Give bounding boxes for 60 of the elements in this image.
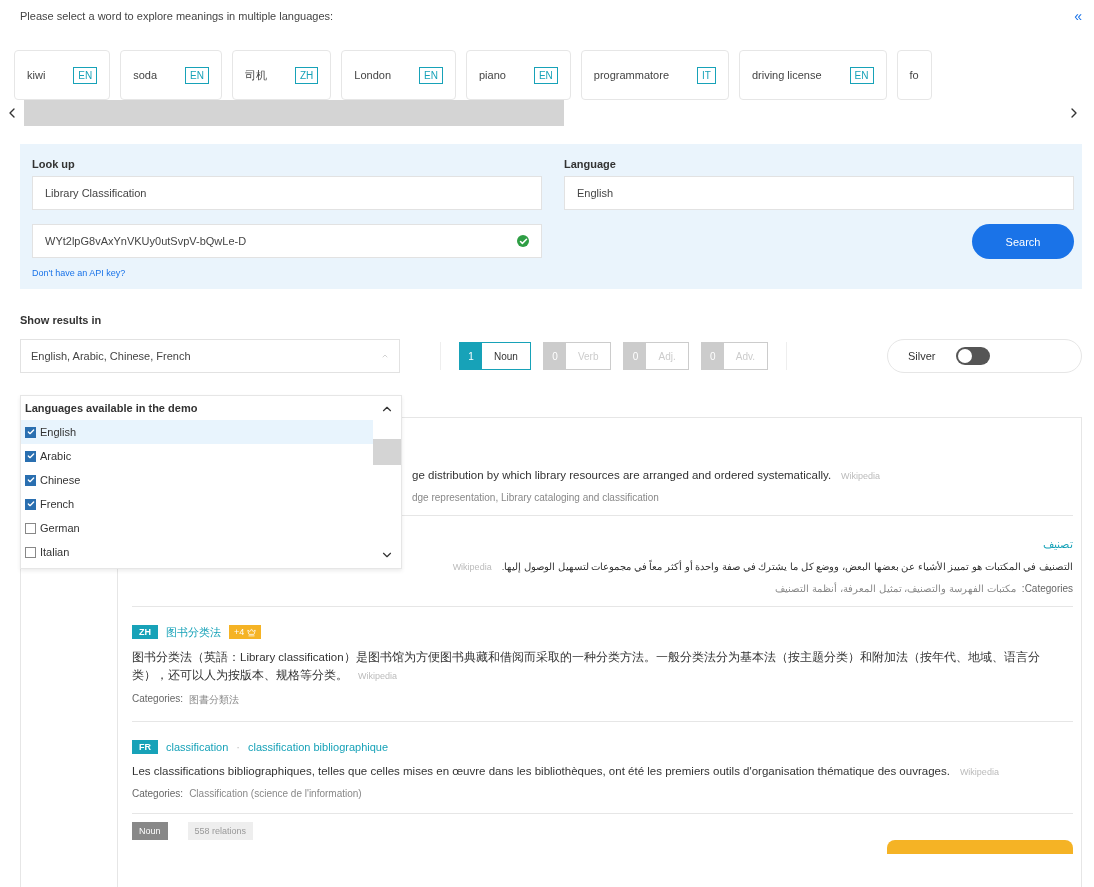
- categories-text: 图書分類法: [189, 692, 240, 707]
- api-key-link[interactable]: Don't have an API key?: [32, 268, 126, 278]
- language-option[interactable]: English: [21, 420, 373, 444]
- part-of-speech-tag: Noun: [132, 821, 168, 840]
- language-tag: EN: [185, 66, 209, 84]
- language-tag: ZH: [295, 66, 319, 84]
- tier-toggle[interactable]: [955, 347, 990, 365]
- categories-label: Categories:: [132, 692, 184, 706]
- word-chip[interactable]: programmatore IT: [580, 50, 729, 100]
- relations-count: 558 relations: [187, 821, 254, 840]
- word-chip[interactable]: driving license EN: [738, 50, 887, 100]
- tier-label: Silver: [908, 350, 936, 362]
- categories-text: dge representation, Library cataloging and classification: [412, 492, 659, 504]
- word-chip[interactable]: piano EN: [466, 50, 571, 100]
- lookup-field[interactable]: Library Classification: [32, 176, 542, 210]
- collapse-link[interactable]: «: [1074, 8, 1082, 24]
- results-language-label: Show results in: [20, 314, 102, 326]
- checkbox[interactable]: [25, 498, 36, 510]
- language-tag: EN: [419, 66, 443, 84]
- checkbox[interactable]: [25, 450, 36, 462]
- results-language-select[interactable]: English, Arabic, Chinese, French: [20, 339, 400, 373]
- language-option[interactable]: Chinese: [21, 468, 373, 492]
- language-tag: IT: [697, 66, 716, 84]
- language-select[interactable]: English: [564, 176, 1074, 210]
- search-button[interactable]: Search: [972, 224, 1074, 259]
- word-chip[interactable]: London EN: [341, 50, 456, 100]
- categories-text: Classification (science de l'information): [189, 787, 362, 799]
- language-option[interactable]: French: [21, 492, 373, 516]
- definition-text: Les classifications bibliographiques, telles que celles mises en œuvre dans les bibliothèques, ont été les premiers outils d'organisation thématique des ouvrages. Wikipedia: [132, 763, 1000, 779]
- language-option[interactable]: German: [21, 516, 373, 540]
- categories-label: Categories:: [132, 787, 184, 799]
- language-option[interactable]: Arabic: [21, 444, 373, 468]
- caret-icon: [381, 352, 389, 360]
- categories-text: مكتبات الفهرسة والتصنيف، تمثيل المعرفة، أنظمة التصنيف: [775, 582, 1016, 594]
- checkbox[interactable]: [25, 522, 36, 534]
- language-option[interactable]: Italian: [21, 540, 373, 564]
- language-tag: EN: [73, 66, 98, 84]
- part-of-speech-filter[interactable]: 1 Noun: [459, 342, 531, 370]
- title-separator: ·: [236, 740, 241, 753]
- instruction-text: Please select a word to explore meanings in multiple languages:: [20, 10, 334, 22]
- word-chip[interactable]: kiwi EN: [14, 50, 111, 100]
- api-key-field[interactable]: WYt2lpG8vAxYnVKUy0utSvpV-bQwLe-D: [32, 224, 542, 258]
- lookup-label: Look up: [32, 158, 76, 170]
- word-chip[interactable]: fo: [896, 50, 932, 100]
- language-label: Language: [564, 158, 617, 170]
- word-chip[interactable]: 司机 ZH: [232, 50, 332, 100]
- definition-text: 图书分类法（英語：Library classification）是图书馆为方便图书典藏和借阅而采取的一种分类方法。一般分类法分为基本法（按主题分类）和附加法（按年代、地域、语言分类），还可以人为按版本、规格等分类。 Wikipedia: [132, 649, 1041, 684]
- dropdown-scrollbar-thumb[interactable]: [373, 439, 401, 465]
- checkbox[interactable]: [25, 474, 36, 486]
- word-chip[interactable]: soda EN: [120, 50, 222, 100]
- checkbox[interactable]: [25, 546, 36, 558]
- checkbox[interactable]: [25, 426, 36, 438]
- language-tag: ZH: [132, 625, 158, 640]
- definition-text: ge distribution by which library resources are arranged and ordered systematically. Wikipedia: [412, 468, 882, 483]
- scrollbar-thumb[interactable]: [24, 100, 564, 126]
- language-tag: EN: [533, 66, 558, 84]
- dropdown-header: Languages available in the demo: [24, 402, 199, 416]
- language-tag: EN: [849, 66, 874, 84]
- categories-label: Categories:: [1021, 582, 1073, 594]
- language-tag: FR: [132, 739, 158, 754]
